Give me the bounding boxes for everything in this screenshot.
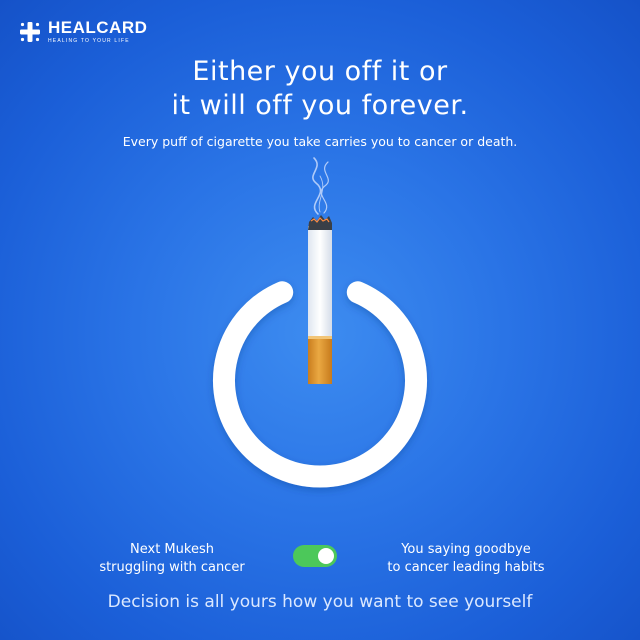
smoke-icon bbox=[312, 157, 329, 215]
footer-message: Decision is all yours how you want to se… bbox=[107, 592, 533, 612]
decision-toggle[interactable] bbox=[293, 545, 337, 567]
right-toggle-label-line-1: You saying goodbye bbox=[401, 542, 531, 557]
left-toggle-label: Next Mukesh struggling with cancer bbox=[82, 541, 262, 577]
right-toggle-label: You saying goodbye to cancer leading hab… bbox=[366, 541, 566, 577]
right-toggle-label-line-2: to cancer leading habits bbox=[387, 560, 545, 575]
cigarette-icon bbox=[308, 215, 332, 384]
left-toggle-label-line-2: struggling with cancer bbox=[99, 560, 245, 575]
left-toggle-label-line-1: Next Mukesh bbox=[130, 542, 214, 557]
toggle-knob bbox=[318, 548, 334, 564]
